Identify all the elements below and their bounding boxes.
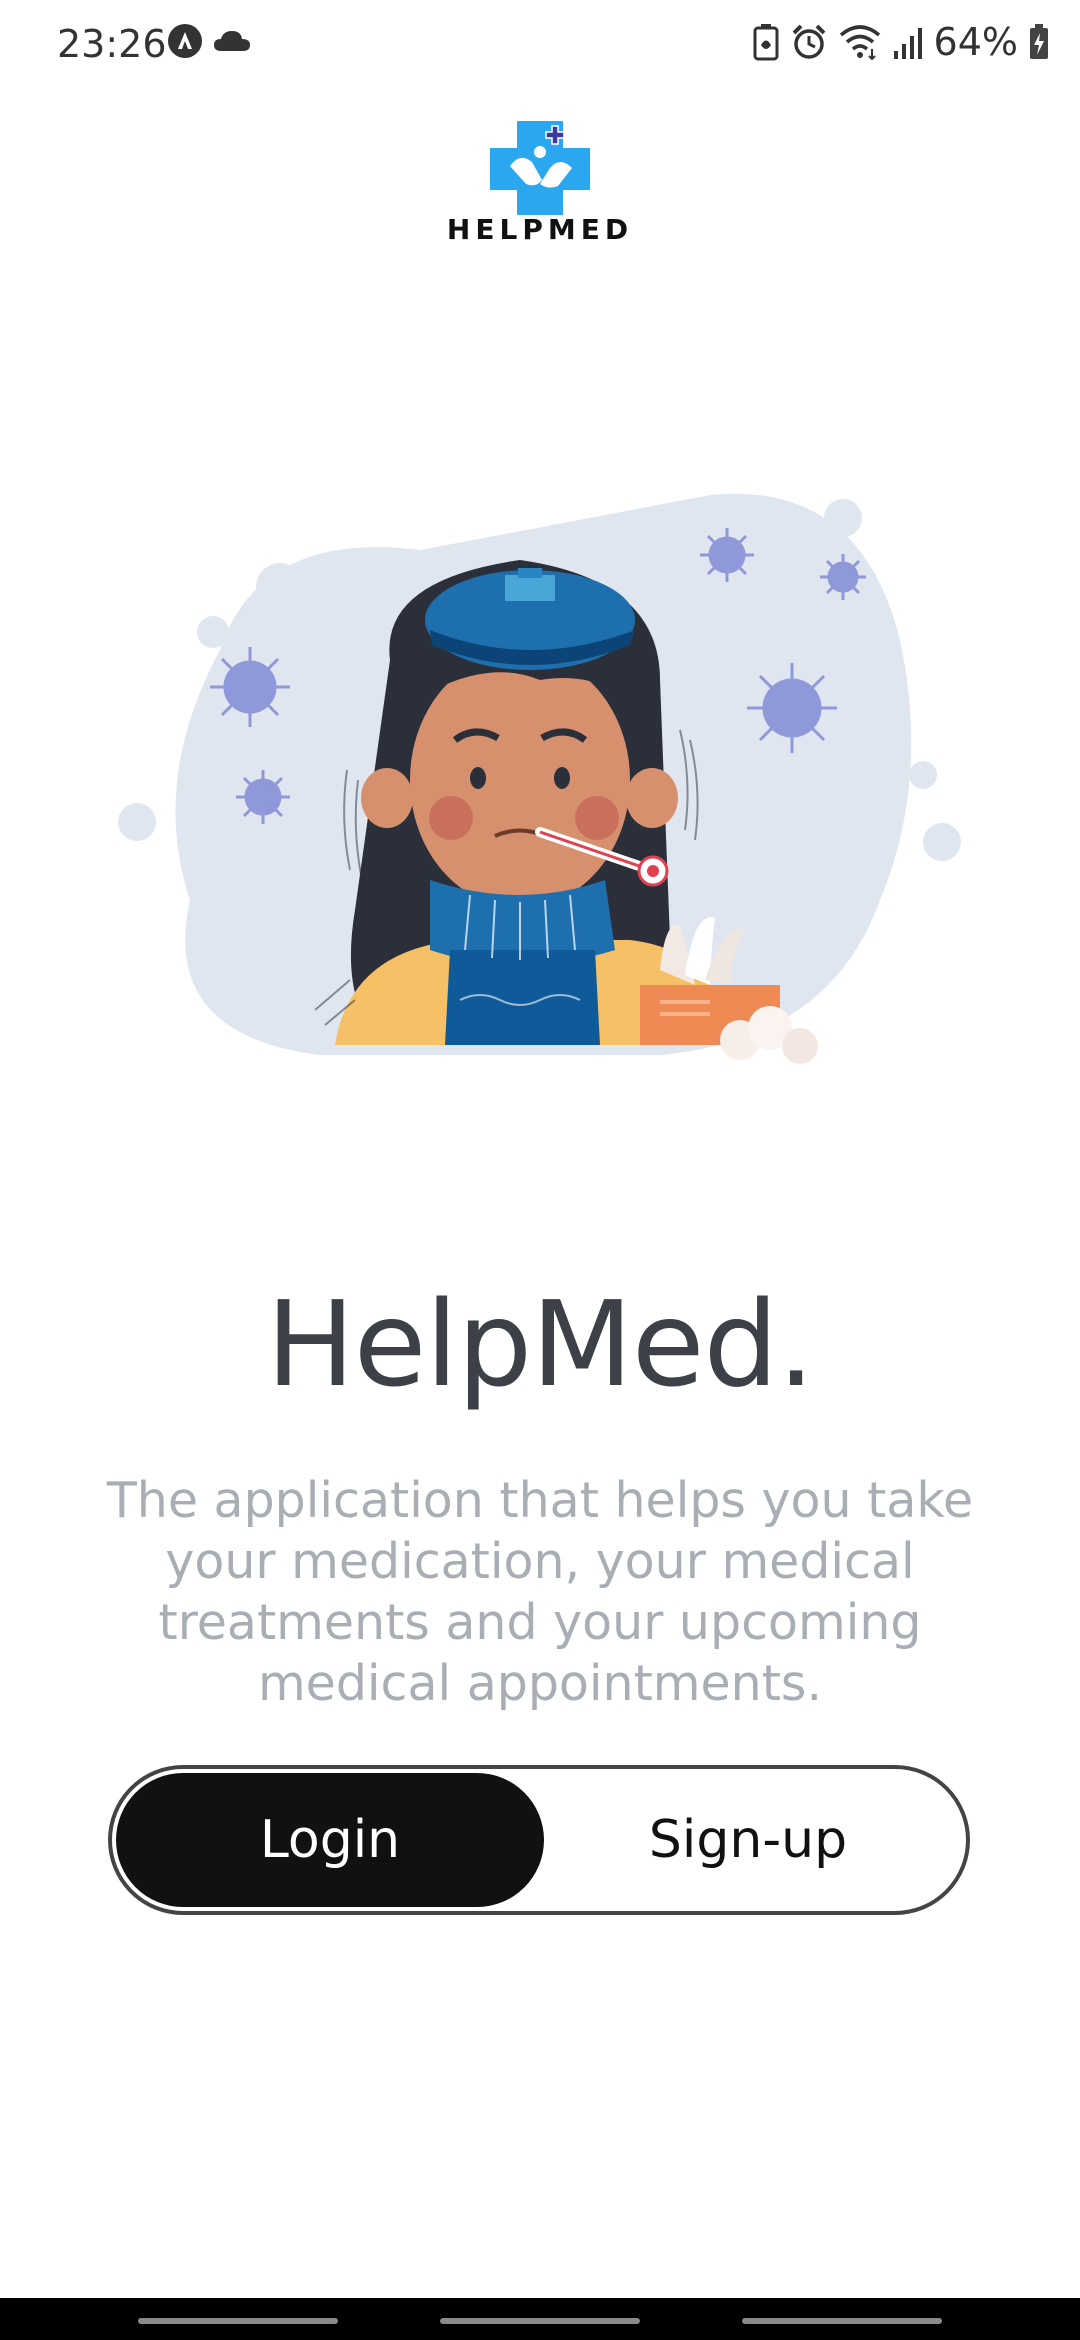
nav-recent-apps[interactable] (138, 2318, 338, 2324)
app-description: The application that helps you take your… (106, 1472, 974, 1712)
status-bar: 23:26 64% (0, 0, 1080, 90)
battery-percentage: 64% (933, 20, 1018, 64)
battery-saver-icon (753, 24, 779, 61)
app-title: HelpMed. (266, 1275, 815, 1413)
status-left-icons (166, 22, 252, 60)
signup-button[interactable]: Sign-up (534, 1773, 962, 1907)
login-button[interactable]: Login (116, 1773, 544, 1907)
status-time: 23:26 (57, 22, 167, 66)
sick-woman-illustration (100, 480, 980, 1100)
wifi-icon (839, 25, 880, 61)
battery-charging-icon (1030, 24, 1048, 59)
nav-back[interactable] (742, 2318, 942, 2324)
app-notification-icon (168, 24, 202, 58)
status-right-icons: 64% (752, 20, 1050, 64)
medical-cross-hands-icon (490, 121, 590, 215)
app-logo: HELPMED (440, 118, 640, 248)
cloud-icon (214, 31, 250, 51)
alarm-icon (792, 24, 825, 59)
auth-toggle: Login Sign-up (108, 1765, 970, 1915)
illustration-graphic (118, 493, 961, 1064)
signal-icon (893, 28, 922, 59)
logo-text: HELPMED (446, 213, 634, 246)
navigation-bar (0, 2298, 1080, 2340)
nav-home[interactable] (440, 2318, 640, 2324)
